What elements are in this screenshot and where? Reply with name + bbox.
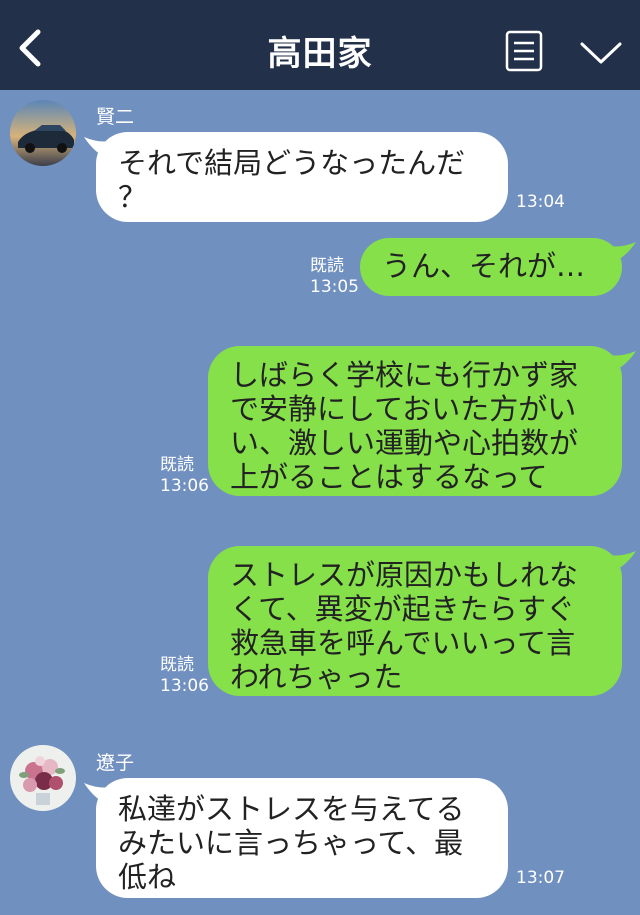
- avatar-ryoko[interactable]: [10, 745, 76, 811]
- chat-header: 高田家: [0, 0, 640, 90]
- message-time: 13:07: [516, 868, 565, 888]
- read-receipt: 既読 13:06: [160, 455, 209, 497]
- message-time: 13:06: [160, 476, 209, 496]
- sender-name: 遼子: [96, 752, 135, 774]
- car-avatar-icon: [10, 100, 76, 166]
- read-label: 既読: [160, 455, 194, 475]
- message-bubble-outgoing[interactable]: うん、それが…: [360, 238, 622, 296]
- message-bubble-incoming[interactable]: 私達がストレスを与えてる みたいに言っちゃって、最 低ね: [96, 778, 508, 898]
- read-receipt: 既読 13:05: [310, 256, 359, 298]
- sender-name: 賢二: [96, 106, 135, 128]
- message-time: 13:04: [516, 192, 565, 212]
- message-time: 13:05: [310, 277, 359, 297]
- message-bubble-incoming[interactable]: それで結局どうなったんだ ？: [96, 132, 508, 222]
- avatar-kenji[interactable]: [10, 100, 76, 166]
- read-label: 既読: [160, 655, 194, 675]
- read-label: 既読: [310, 256, 344, 276]
- message-bubble-outgoing[interactable]: ストレスが原因かもしれな くて、異変が起きたらすぐ 救急車を呼んでいいって言 わ…: [208, 546, 622, 696]
- chevron-down-icon[interactable]: [578, 38, 624, 68]
- notes-menu-icon[interactable]: [505, 30, 543, 72]
- flower-avatar-icon: [10, 745, 76, 811]
- read-receipt: 既読 13:06: [160, 655, 209, 697]
- chat-title: 高田家: [267, 34, 373, 74]
- message-bubble-outgoing[interactable]: しばらく学校にも行かず家 で安静にしておいた方がい い、激しい運動や心拍数が 上…: [208, 346, 622, 496]
- message-time: 13:06: [160, 676, 209, 696]
